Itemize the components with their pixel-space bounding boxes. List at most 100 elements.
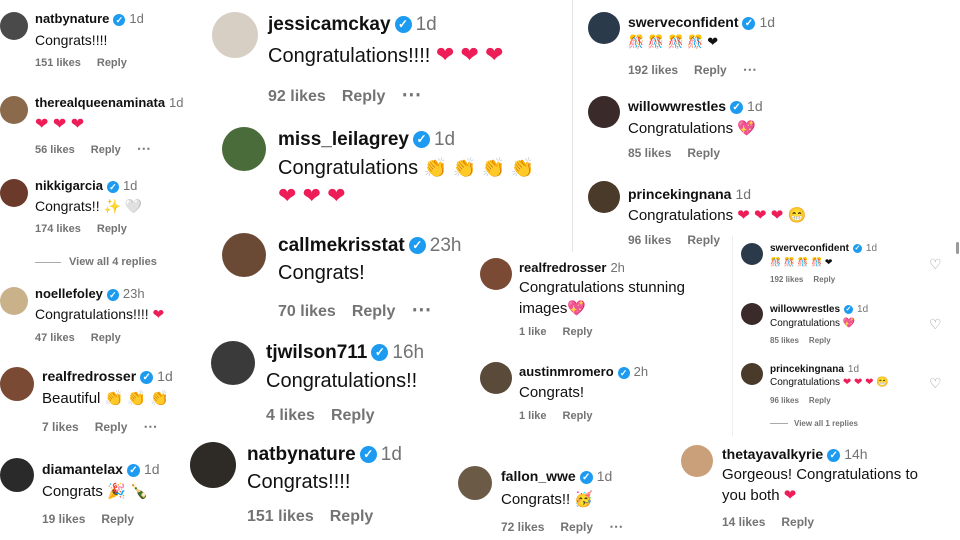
reply-button[interactable]: Reply <box>352 303 396 320</box>
like-count[interactable]: 47 likes <box>35 332 75 344</box>
username[interactable]: nikkigarcia <box>35 178 103 193</box>
more-icon[interactable]: ⋯ <box>411 299 431 321</box>
avatar[interactable] <box>212 12 258 58</box>
username[interactable]: diamantelax <box>42 461 123 477</box>
like-count[interactable]: 7 likes <box>42 420 79 434</box>
like-count[interactable]: 56 likes <box>35 144 75 156</box>
avatar[interactable] <box>0 12 28 40</box>
reply-button[interactable]: Reply <box>563 326 593 338</box>
reply-button[interactable]: Reply <box>809 396 831 405</box>
avatar[interactable] <box>588 181 620 213</box>
avatar[interactable] <box>588 96 620 128</box>
username[interactable]: swerveconfident <box>770 243 849 254</box>
verified-icon: ✓ <box>394 16 412 34</box>
more-icon[interactable]: ⋯ <box>401 84 421 106</box>
username[interactable]: princekingnana <box>628 186 731 202</box>
more-icon[interactable]: ⋯ <box>137 140 151 156</box>
username[interactable]: tjwilson711 <box>266 342 367 363</box>
view-replies-button[interactable]: View all 4 replies <box>35 256 157 268</box>
like-count[interactable]: 70 likes <box>278 303 336 320</box>
username[interactable]: fallon_wwe <box>501 468 576 484</box>
avatar[interactable] <box>480 258 512 290</box>
avatar[interactable] <box>741 363 763 385</box>
username[interactable]: realfredrosser <box>42 368 136 384</box>
reply-button[interactable]: Reply <box>95 420 128 434</box>
more-icon[interactable]: ⋯ <box>743 61 757 77</box>
like-count[interactable]: 151 likes <box>247 508 314 525</box>
avatar[interactable] <box>741 303 763 325</box>
like-count[interactable]: 192 likes <box>628 63 678 77</box>
username[interactable]: willowwrestles <box>628 98 726 114</box>
like-heart-icon[interactable]: ♡ <box>929 316 942 333</box>
username[interactable]: princekingnana <box>770 364 844 375</box>
like-count[interactable]: 19 likes <box>42 512 85 526</box>
avatar[interactable] <box>741 243 763 265</box>
avatar[interactable] <box>681 445 713 477</box>
reply-button[interactable]: Reply <box>781 515 814 529</box>
view-replies-label: View all 1 replies <box>794 419 858 428</box>
more-icon[interactable]: ⋯ <box>143 418 157 434</box>
like-count[interactable]: 1 like <box>519 326 547 338</box>
more-icon[interactable]: ⋯ <box>609 518 623 534</box>
like-count[interactable]: 192 likes <box>770 275 803 284</box>
reply-button[interactable]: Reply <box>97 223 127 235</box>
view-replies-button[interactable]: View all 1 replies <box>770 419 858 428</box>
avatar[interactable] <box>211 341 255 385</box>
reply-button[interactable]: Reply <box>97 57 127 69</box>
like-count[interactable]: 92 likes <box>268 88 326 105</box>
like-count[interactable]: 151 likes <box>35 57 81 69</box>
username[interactable]: austinmromero <box>519 364 614 379</box>
reply-button[interactable]: Reply <box>342 88 386 105</box>
username[interactable]: swerveconfident <box>628 14 738 30</box>
reply-button[interactable]: Reply <box>687 146 720 160</box>
like-count[interactable]: 85 likes <box>628 146 671 160</box>
avatar[interactable] <box>480 362 512 394</box>
reply-button[interactable]: Reply <box>809 336 831 345</box>
avatar[interactable] <box>0 458 34 492</box>
avatar[interactable] <box>0 179 28 207</box>
avatar[interactable] <box>458 466 492 500</box>
comment-header: fallon_wwe ✓ 1d <box>501 468 612 484</box>
username[interactable]: thetayavalkyrie <box>722 446 823 462</box>
comment-meta: 151 likes Reply <box>35 57 143 69</box>
reply-button[interactable]: Reply <box>101 512 134 526</box>
like-count[interactable]: 174 likes <box>35 223 81 235</box>
username[interactable]: realfredrosser <box>519 260 606 275</box>
like-count[interactable]: 85 likes <box>770 336 799 345</box>
username[interactable]: miss_leilagrey <box>278 129 409 150</box>
reply-button[interactable]: Reply <box>331 407 375 424</box>
reply-button[interactable]: Reply <box>687 233 720 247</box>
username[interactable]: natbynature <box>35 11 109 26</box>
username[interactable]: willowwrestles <box>770 304 840 315</box>
avatar[interactable] <box>588 12 620 44</box>
reply-button[interactable]: Reply <box>563 410 593 422</box>
reply-button[interactable]: Reply <box>91 144 121 156</box>
comment-header: princekingnana 1d <box>628 186 751 202</box>
comment-meta: 96 likes Reply <box>628 233 736 247</box>
username[interactable]: callmekrisstat <box>278 235 405 256</box>
avatar[interactable] <box>0 287 28 315</box>
like-count[interactable]: 96 likes <box>770 396 799 405</box>
like-count[interactable]: 96 likes <box>628 233 671 247</box>
avatar[interactable] <box>0 367 34 401</box>
reply-button[interactable]: Reply <box>813 275 835 284</box>
like-count[interactable]: 4 likes <box>266 407 315 424</box>
reply-button[interactable]: Reply <box>330 508 374 525</box>
like-heart-icon[interactable]: ♡ <box>929 256 942 273</box>
avatar[interactable] <box>222 127 266 171</box>
like-count[interactable]: 1 like <box>519 410 547 422</box>
avatar[interactable] <box>222 233 266 277</box>
like-heart-icon[interactable]: ♡ <box>929 375 942 392</box>
avatar[interactable] <box>0 96 28 124</box>
like-count[interactable]: 14 likes <box>722 515 765 529</box>
reply-button[interactable]: Reply <box>560 520 593 534</box>
reply-button[interactable]: Reply <box>694 63 727 77</box>
username[interactable]: natbynature <box>247 444 356 465</box>
avatar[interactable] <box>190 442 236 488</box>
comment-meta: 14 likes Reply <box>722 515 830 529</box>
username[interactable]: therealqueenaminata <box>35 95 165 110</box>
like-count[interactable]: 72 likes <box>501 520 544 534</box>
reply-button[interactable]: Reply <box>91 332 121 344</box>
username[interactable]: jessicamckay <box>268 14 391 35</box>
username[interactable]: noellefoley <box>35 286 103 301</box>
